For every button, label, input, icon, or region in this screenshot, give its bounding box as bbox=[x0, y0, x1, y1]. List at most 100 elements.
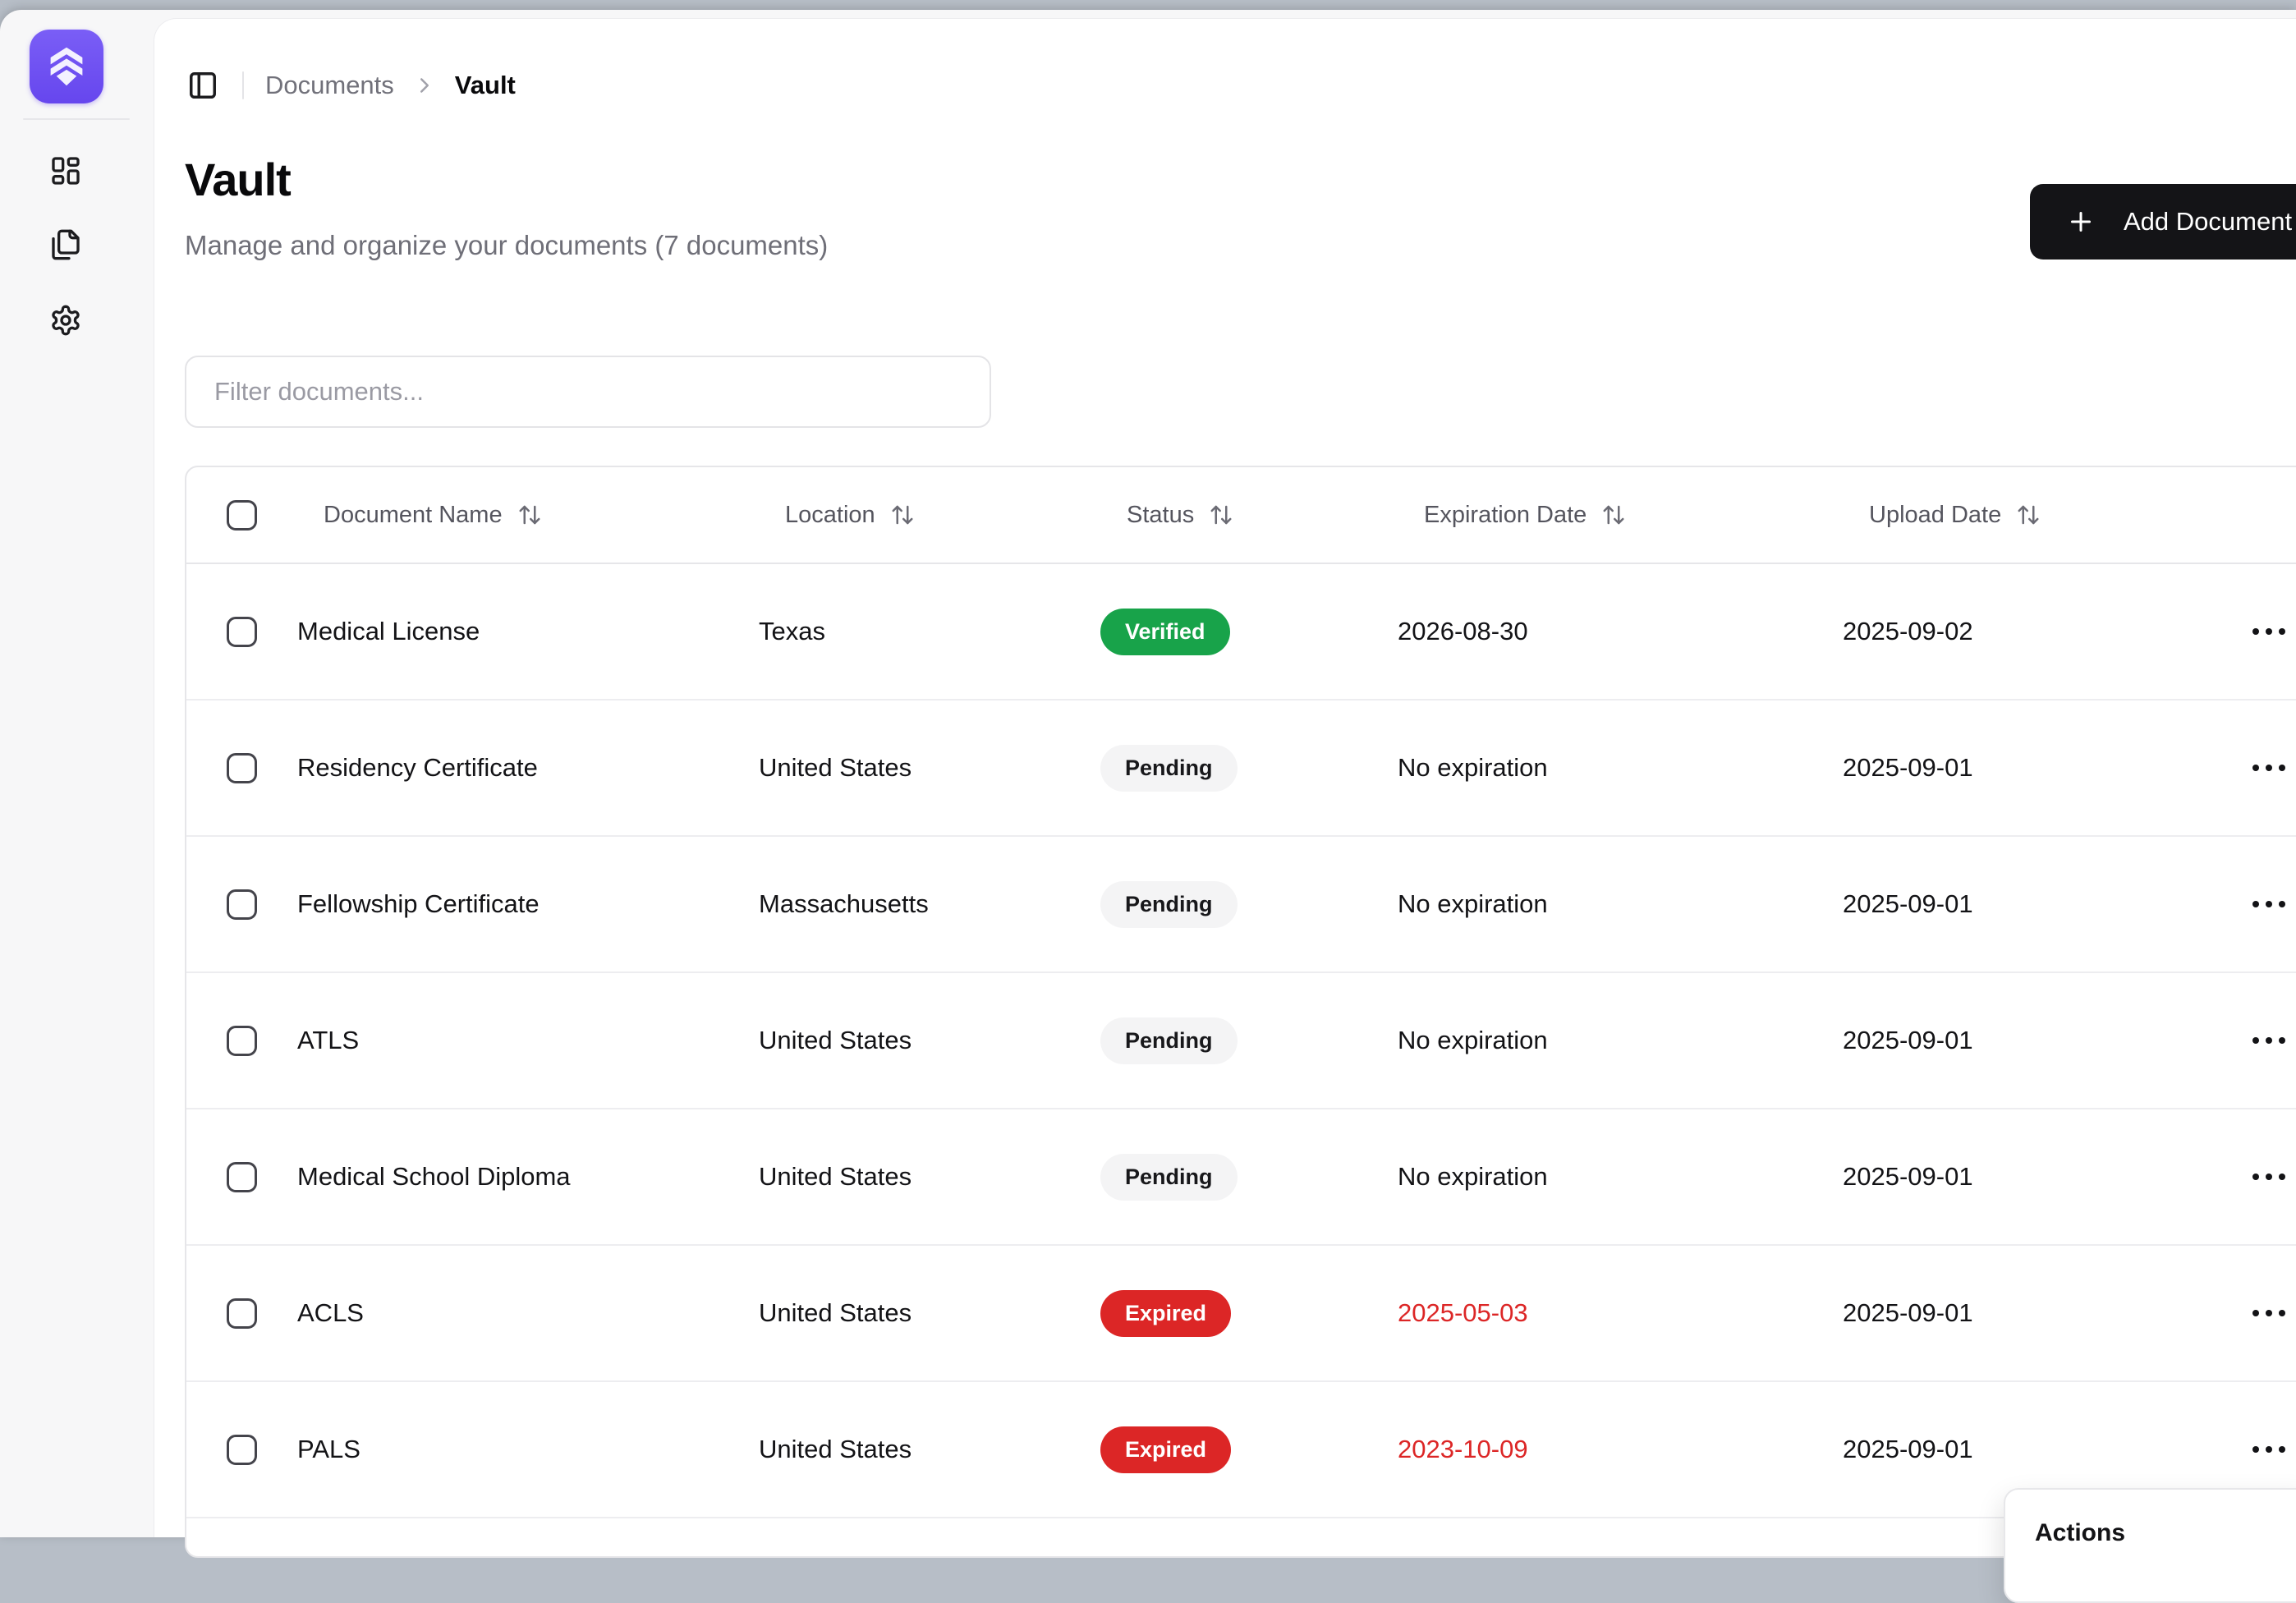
expiration-cell: 2023-10-09 bbox=[1398, 1435, 1843, 1464]
row-actions-menu-button[interactable] bbox=[2241, 889, 2296, 919]
chevron-right-icon bbox=[412, 73, 437, 98]
column-header-document-name[interactable]: Document Name bbox=[297, 502, 759, 529]
add-document-button[interactable]: Add Document bbox=[2030, 184, 2296, 260]
stacked-chevrons-logo-icon bbox=[41, 41, 92, 92]
row-actions-menu-button[interactable] bbox=[2241, 1435, 2296, 1464]
table-row: Residency Certificate United States Pend… bbox=[186, 700, 2296, 837]
status-badge: Verified bbox=[1100, 609, 1230, 655]
expiration-cell: No expiration bbox=[1398, 1162, 1843, 1192]
location-cell: Texas bbox=[759, 617, 1100, 646]
status-badge: Expired bbox=[1100, 1290, 1231, 1337]
upload-date-cell: 2025-09-01 bbox=[1843, 1298, 2219, 1328]
actions-popup-title: Actions bbox=[2035, 1519, 2296, 1547]
ellipsis-icon bbox=[2252, 628, 2259, 635]
page-title: Vault bbox=[185, 153, 291, 206]
breadcrumb-documents[interactable]: Documents bbox=[265, 71, 394, 100]
row-checkbox[interactable] bbox=[227, 617, 257, 647]
location-cell: United States bbox=[759, 1026, 1100, 1055]
column-header-expiration-date[interactable]: Expiration Date bbox=[1398, 502, 1843, 529]
layout-dashboard-icon bbox=[49, 154, 82, 187]
location-cell: United States bbox=[759, 1162, 1100, 1192]
breadcrumb: Documents Vault bbox=[265, 71, 516, 100]
document-name-cell: ATLS bbox=[297, 1026, 759, 1055]
sort-icon bbox=[2016, 503, 2041, 527]
location-cell: United States bbox=[759, 753, 1100, 783]
column-label: Document Name bbox=[324, 502, 503, 529]
sort-icon bbox=[1209, 503, 1233, 527]
sidebar-toggle-button[interactable] bbox=[185, 67, 221, 103]
row-checkbox[interactable] bbox=[227, 1162, 257, 1192]
sidebar-item-settings[interactable] bbox=[48, 302, 84, 338]
document-name-cell: PALS bbox=[297, 1435, 759, 1464]
status-badge: Pending bbox=[1100, 1017, 1238, 1064]
status-badge: Pending bbox=[1100, 881, 1238, 928]
column-label: Status bbox=[1127, 502, 1194, 529]
status-badge: Pending bbox=[1100, 745, 1238, 792]
row-checkbox[interactable] bbox=[227, 1435, 257, 1465]
upload-date-cell: 2025-09-01 bbox=[1843, 1026, 2219, 1055]
row-actions-menu-button[interactable] bbox=[2241, 1026, 2296, 1055]
sort-icon bbox=[890, 503, 915, 527]
row-actions-menu-button[interactable] bbox=[2241, 1162, 2296, 1192]
column-header-location[interactable]: Location bbox=[759, 502, 1100, 529]
gear-icon bbox=[49, 304, 82, 337]
add-document-label: Add Document bbox=[2124, 207, 2292, 237]
sidebar-item-documents[interactable] bbox=[48, 227, 84, 263]
expiration-cell: No expiration bbox=[1398, 1026, 1843, 1055]
actions-popup: Actions bbox=[2004, 1488, 2296, 1603]
table-header-row: Document Name Location Status Expiration… bbox=[186, 467, 2296, 564]
table-row: Medical License Texas Verified 2026-08-3… bbox=[186, 564, 2296, 700]
column-label: Location bbox=[785, 502, 875, 529]
sort-icon bbox=[517, 503, 542, 527]
ellipsis-icon bbox=[2252, 1310, 2259, 1316]
status-badge: Expired bbox=[1100, 1426, 1231, 1473]
expiration-cell: No expiration bbox=[1398, 889, 1843, 919]
location-cell: Massachusetts bbox=[759, 889, 1100, 919]
row-actions-menu-button[interactable] bbox=[2241, 1298, 2296, 1328]
table-row: Fellowship Certificate Massachusetts Pen… bbox=[186, 837, 2296, 973]
status-badge: Pending bbox=[1100, 1154, 1238, 1201]
sidebar-divider bbox=[23, 118, 130, 120]
sort-icon bbox=[1601, 503, 1626, 527]
expiration-cell: No expiration bbox=[1398, 753, 1843, 783]
ellipsis-icon bbox=[2252, 1174, 2259, 1180]
upload-date-cell: 2025-09-01 bbox=[1843, 753, 2219, 783]
page-subtitle: Manage and organize your documents (7 do… bbox=[185, 230, 828, 261]
filter-documents-input[interactable] bbox=[185, 356, 991, 428]
row-checkbox[interactable] bbox=[227, 1298, 257, 1329]
plus-icon bbox=[2066, 207, 2096, 237]
panel-left-icon bbox=[187, 70, 218, 101]
select-all-checkbox[interactable] bbox=[227, 500, 257, 531]
table-row: Medical School Diploma United States Pen… bbox=[186, 1109, 2296, 1246]
ellipsis-icon bbox=[2252, 765, 2259, 771]
ellipsis-icon bbox=[2252, 1446, 2259, 1453]
ellipsis-icon bbox=[2252, 901, 2259, 907]
column-header-status[interactable]: Status bbox=[1100, 502, 1398, 529]
row-actions-menu-button[interactable] bbox=[2241, 753, 2296, 783]
row-checkbox[interactable] bbox=[227, 1026, 257, 1056]
sidebar-item-dashboard[interactable] bbox=[48, 153, 84, 189]
table-body: Medical License Texas Verified 2026-08-3… bbox=[186, 564, 2296, 1518]
column-header-upload-date[interactable]: Upload Date bbox=[1843, 502, 2219, 529]
app-logo[interactable] bbox=[30, 30, 103, 103]
table-row: ATLS United States Pending No expiration… bbox=[186, 973, 2296, 1109]
location-cell: United States bbox=[759, 1298, 1100, 1328]
row-checkbox[interactable] bbox=[227, 889, 257, 920]
table-row: ACLS United States Expired 2025-05-03 20… bbox=[186, 1246, 2296, 1382]
upload-date-cell: 2025-09-01 bbox=[1843, 1162, 2219, 1192]
expiration-cell: 2025-05-03 bbox=[1398, 1298, 1843, 1328]
column-label: Expiration Date bbox=[1424, 502, 1587, 529]
document-name-cell: Medical School Diploma bbox=[297, 1162, 759, 1192]
breadcrumb-vault: Vault bbox=[455, 71, 516, 100]
upload-date-cell: 2025-09-02 bbox=[1843, 617, 2219, 646]
row-checkbox[interactable] bbox=[227, 753, 257, 783]
sidebar bbox=[0, 10, 154, 1537]
document-name-cell: Medical License bbox=[297, 617, 759, 646]
document-name-cell: Fellowship Certificate bbox=[297, 889, 759, 919]
topbar-divider bbox=[242, 71, 244, 99]
upload-date-cell: 2025-09-01 bbox=[1843, 1435, 2219, 1464]
expiration-cell: 2026-08-30 bbox=[1398, 617, 1843, 646]
upload-date-cell: 2025-09-01 bbox=[1843, 889, 2219, 919]
row-actions-menu-button[interactable] bbox=[2241, 617, 2296, 646]
ellipsis-icon bbox=[2252, 1037, 2259, 1044]
